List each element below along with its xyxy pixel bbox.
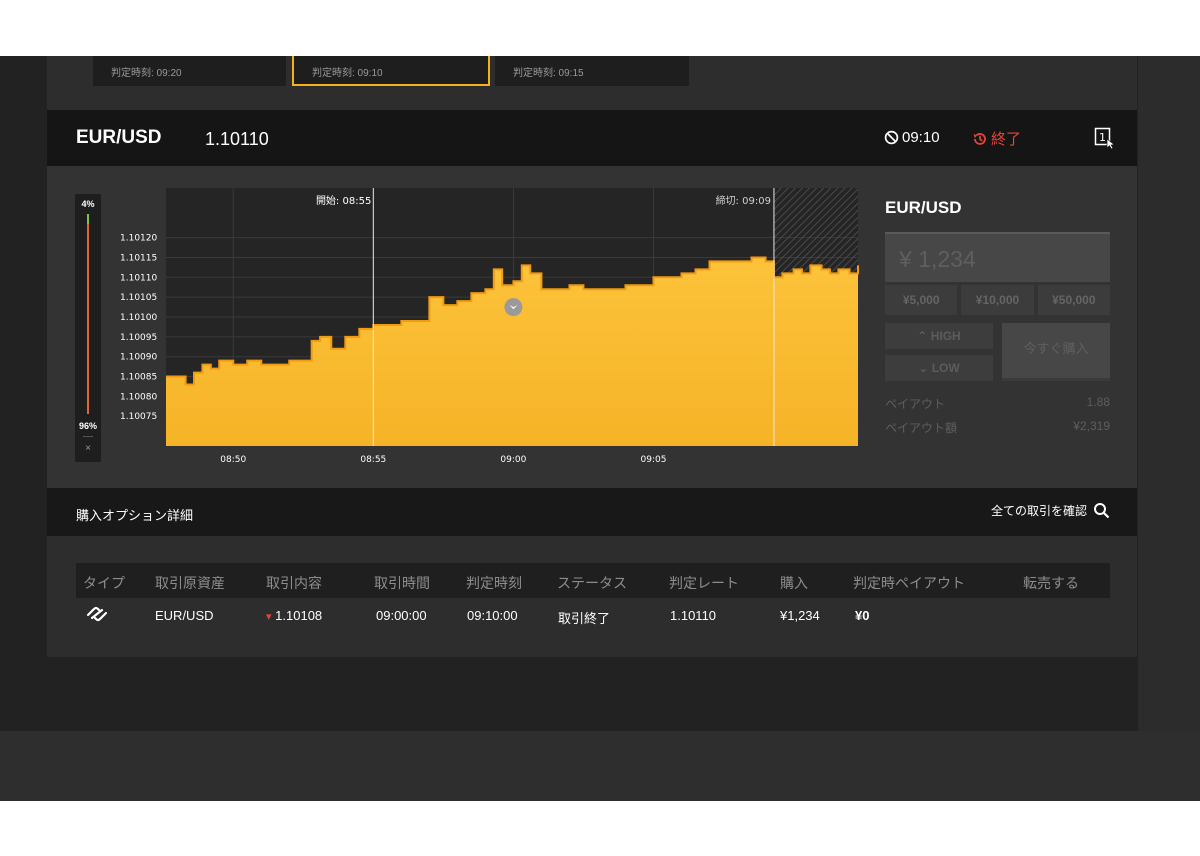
col-judge-time: 判定時刻	[466, 575, 522, 591]
payout-amount-label: ペイアウト額	[885, 421, 958, 435]
asset-pair: EUR/USD	[76, 127, 162, 148]
probability-bar: 4% 96% ×	[75, 194, 101, 462]
col-status: ステータス	[557, 575, 627, 591]
current-rate: 1.10110	[205, 129, 269, 149]
row-status: 取引終了	[558, 611, 611, 626]
payout-amount-value: ¥2,319	[1073, 419, 1110, 433]
row-judge-rate: 1.10110	[670, 608, 717, 623]
y-tick-label: 1.10115	[120, 253, 157, 263]
trade-panel: EUR/USD ¥ 1,234 ¥5,000 ¥10,000 ¥50,000 ⌃…	[885, 198, 1110, 436]
y-tick-label: 1.10100	[120, 313, 157, 323]
row-content-rate: 1.10108	[275, 608, 323, 623]
high-label: HIGH	[930, 329, 961, 343]
row-purchase: ¥1,234	[780, 608, 820, 623]
x-tick-label: 08:55	[360, 455, 386, 465]
y-tick-label: 1.10075	[120, 412, 157, 422]
row-judge-time: 09:10:00	[467, 608, 518, 623]
chevron-up-icon: ⌃	[917, 329, 928, 343]
svg-text:1: 1	[1099, 131, 1106, 144]
col-content: 取引内容	[266, 575, 322, 591]
payout-value: 1.88	[1086, 395, 1110, 409]
payout-label: ペイアウト	[885, 397, 946, 411]
low-percent: 96%	[78, 421, 97, 431]
buy-now-button[interactable]: 今すぐ購入	[1002, 323, 1110, 381]
low-button[interactable]: ⌄ LOW	[885, 355, 993, 381]
x-axis-labels: 08:50 08:55 09:00 09:05	[220, 455, 666, 465]
x-tick-label: 08:50	[220, 455, 246, 465]
table-header: タイプ 取引原資産 取引内容 取引時間 判定時刻 ステータス 判定レート 購入 …	[76, 563, 1110, 598]
row-payout: ¥0	[855, 608, 870, 623]
high-level-line	[87, 214, 89, 224]
details-title: 購入オプション詳細	[76, 508, 194, 523]
deadline-label: 締切: 09:09	[716, 194, 771, 207]
one-click-icon[interactable]: 1	[1094, 127, 1116, 149]
expiry-clock: 09:10	[884, 129, 940, 146]
no-entry-icon	[884, 130, 899, 145]
entry-marker-icon	[504, 298, 523, 317]
chart-area: 4% 96% × 開始: 08:55 締切: 09:09 1.10120 1.1…	[47, 166, 1137, 488]
row-content: ▾ 1.10108	[266, 608, 322, 623]
y-tick-label: 1.10085	[120, 373, 157, 383]
preset-10000-button[interactable]: ¥10,000	[961, 285, 1034, 315]
col-resell: 転売する	[1023, 575, 1079, 591]
time-card-0910[interactable]: 判定時刻: 09:10	[292, 56, 490, 86]
col-judge-rate: 判定レート	[669, 575, 739, 591]
close-bar-button[interactable]: ×	[75, 443, 101, 454]
col-purchase: 購入	[780, 575, 808, 591]
time-card-0915[interactable]: 判定時刻: 09:15	[495, 56, 689, 86]
y-tick-label: 1.10080	[120, 392, 157, 402]
view-all-trades-link[interactable]: 全ての取引を確認	[991, 502, 1110, 519]
direction-row: ⌃ HIGH ⌄ LOW 今すぐ購入	[885, 323, 1110, 381]
view-all-label: 全ての取引を確認	[990, 504, 1087, 518]
high-percent: 4%	[81, 199, 95, 209]
col-trade-time: 取引時間	[374, 575, 430, 591]
link-type-icon	[85, 605, 109, 626]
asset-header: EUR/USD 1.10110 09:10 終了 1	[47, 110, 1137, 166]
details-bar: 購入オプション詳細 全ての取引を確認	[47, 488, 1137, 536]
divider	[83, 436, 93, 437]
expiry-time: 09:10	[902, 129, 940, 146]
y-tick-label: 1.10120	[120, 234, 157, 244]
row-trade-time: 09:00:00	[376, 608, 427, 623]
high-button[interactable]: ⌃ HIGH	[885, 323, 993, 349]
time-card-label: 判定時刻: 09:15	[513, 68, 584, 79]
trade-table: タイプ 取引原資産 取引内容 取引時間 判定時刻 ステータス 判定レート 購入 …	[76, 563, 1110, 634]
start-label: 開始: 08:55	[316, 194, 371, 207]
footer-band	[0, 731, 1200, 801]
price-chart: 開始: 08:55 締切: 09:09 1.10120 1.10115 1.1011…	[120, 188, 859, 465]
col-payout: 判定時ペイアウト	[853, 575, 965, 591]
preset-50000-button[interactable]: ¥50,000	[1037, 285, 1110, 315]
x-tick-label: 09:05	[641, 455, 667, 465]
time-card-label: 判定時刻: 09:10	[312, 68, 383, 79]
amount-presets: ¥5,000 ¥10,000 ¥50,000	[885, 285, 1110, 315]
y-axis-labels: 1.10120 1.10115 1.10110 1.10105 1.10100 1.100…	[120, 234, 157, 423]
payout-amount-row: ペイアウト額 ¥2,319	[885, 419, 1110, 436]
history-icon	[973, 132, 986, 145]
search-icon	[1094, 503, 1110, 519]
amount-input[interactable]: ¥ 1,234	[885, 232, 1110, 282]
y-tick-label: 1.10105	[120, 293, 157, 303]
trade-pair: EUR/USD	[885, 198, 962, 217]
table-row: EUR/USD ▾ 1.10108 09:00:00 09:10:00 取引終了…	[76, 598, 1110, 634]
chevron-down-icon: ⌄	[918, 361, 929, 375]
low-label: LOW	[931, 361, 960, 375]
main-panel: 判定時刻: 09:20 判定時刻: 09:10 判定時刻: 09:15 EUR/…	[47, 56, 1137, 657]
status-text: 終了	[991, 131, 1022, 148]
payout-row: ペイアウト 1.88	[885, 395, 1110, 412]
y-tick-label: 1.10090	[120, 353, 157, 363]
preset-5000-button[interactable]: ¥5,000	[885, 285, 958, 315]
col-type: タイプ	[83, 575, 125, 591]
trade-status: 終了	[972, 128, 1021, 149]
low-level-line	[87, 224, 89, 414]
y-tick-label: 1.10095	[120, 333, 157, 343]
time-card-0920[interactable]: 判定時刻: 09:20	[93, 56, 286, 86]
low-arrow-icon: ▾	[266, 611, 272, 623]
time-card-label: 判定時刻: 09:20	[111, 68, 182, 79]
y-tick-label: 1.10110	[120, 273, 157, 283]
right-scroll-panel	[1138, 56, 1200, 731]
row-asset: EUR/USD	[155, 608, 214, 623]
col-asset: 取引原資産	[155, 575, 225, 591]
app-background: 判定時刻: 09:20 判定時刻: 09:10 判定時刻: 09:15 EUR/…	[0, 56, 1200, 801]
x-tick-label: 09:00	[500, 455, 526, 465]
